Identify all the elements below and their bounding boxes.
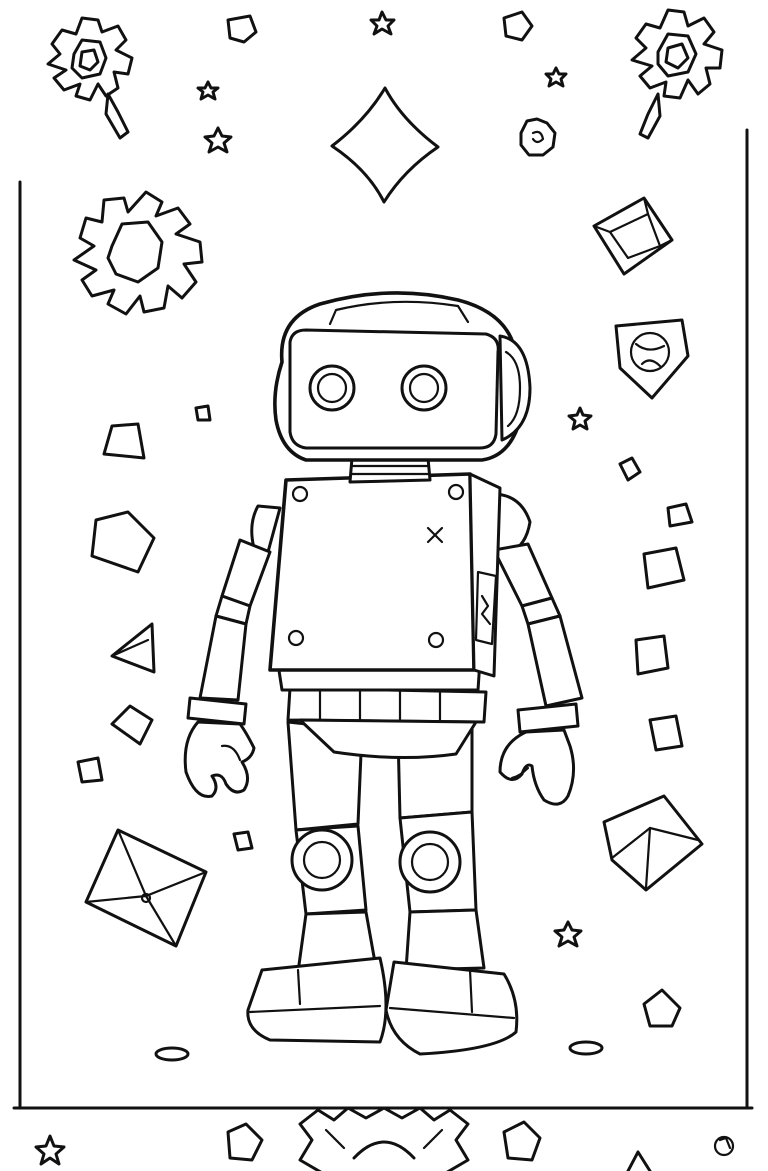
gear-icon	[713, 1135, 735, 1157]
robot-torso	[268, 472, 502, 678]
cube-icon	[232, 830, 254, 852]
cube-icon	[648, 714, 684, 752]
gear-icon	[630, 8, 724, 140]
gear-icon	[72, 190, 204, 316]
triangle-icon	[626, 1150, 652, 1171]
gem-icon	[592, 196, 674, 276]
gem-icon	[614, 318, 690, 400]
robot-left-leg	[246, 720, 388, 1044]
cube-icon	[602, 794, 704, 892]
cube-icon	[642, 546, 686, 590]
gem-icon	[502, 10, 534, 42]
robot	[183, 291, 584, 1056]
cube-icon	[110, 704, 154, 746]
cube-icon	[194, 404, 212, 422]
robot-head	[273, 291, 532, 462]
cube-icon	[634, 634, 670, 676]
robot-left-arm	[183, 504, 282, 798]
gem-icon	[568, 1040, 604, 1056]
star-icon	[196, 80, 220, 101]
gear-icon	[519, 117, 557, 157]
gem-icon	[154, 1046, 190, 1062]
gem-icon	[642, 988, 682, 1028]
gem-icon	[502, 1120, 542, 1162]
gear-icon	[298, 1106, 470, 1171]
robot-right-arm	[486, 492, 584, 806]
cube-icon	[102, 422, 146, 460]
star-icon	[34, 1134, 66, 1166]
robot-illustration	[12, 8, 754, 1171]
diamond-icon	[330, 86, 440, 204]
cube-icon	[90, 510, 156, 574]
cube-icon	[666, 502, 694, 528]
star-icon	[369, 10, 396, 36]
gem-icon	[226, 14, 258, 44]
star-icon	[203, 126, 233, 154]
coloring-page	[0, 0, 768, 1171]
star-icon	[553, 920, 583, 948]
pyramid-icon	[84, 828, 208, 948]
gem-icon	[226, 1122, 264, 1162]
gear-icon	[46, 16, 134, 140]
robot-right-leg	[384, 726, 519, 1056]
star-icon	[544, 66, 568, 88]
cube-icon	[76, 756, 104, 784]
star-icon	[567, 406, 593, 431]
cube-icon	[618, 456, 642, 482]
triangle-icon	[110, 622, 156, 674]
